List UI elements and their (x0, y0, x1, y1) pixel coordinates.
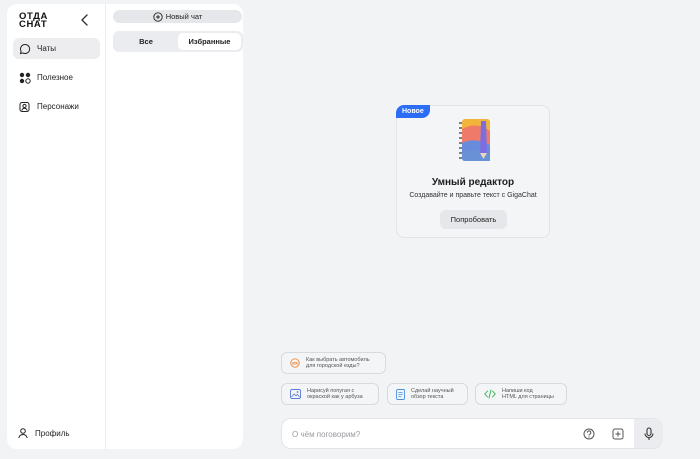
notebook-pen-icon (459, 119, 490, 161)
chat-filter-tabs: Все Избранные (113, 31, 243, 52)
help-icon[interactable] (582, 427, 596, 441)
suggestion-review-line2: обзор текста (411, 394, 444, 400)
user-icon (18, 428, 28, 439)
logo-line-2: СНАТ (19, 19, 48, 30)
mic-icon (643, 426, 654, 440)
mic-button[interactable] (634, 419, 663, 448)
tab-all[interactable]: Все (115, 33, 177, 50)
chat-bubble-icon (19, 43, 31, 54)
apps-grid-icon (19, 72, 31, 84)
suggestion-car[interactable]: Как выбрать автомобиль для городской езд… (281, 352, 386, 374)
new-chat-button[interactable]: Новый чат (113, 10, 242, 23)
characters-icon (19, 101, 30, 112)
promo-title: Умный редактор (431, 177, 515, 188)
nav-item-chats[interactable]: Чаты (13, 38, 100, 59)
code-icon (484, 389, 496, 399)
suggestion-parrot-line2: окраской как у арбуза (307, 394, 363, 400)
nav-item-useful[interactable]: Полезное (13, 67, 100, 88)
new-chat-label: Новый чат (165, 12, 203, 21)
profile-label: Профиль (35, 428, 70, 438)
suggestion-parrot[interactable]: Нарисуй попугая с окраской как у арбуза (281, 383, 379, 405)
try-button[interactable]: Попробовать (440, 210, 507, 229)
message-input[interactable] (292, 426, 572, 442)
suggestion-review[interactable]: Сделай научный обзор текста (387, 383, 468, 405)
suggestion-code-line2: HTML для страницы (502, 394, 554, 400)
document-icon (396, 388, 405, 400)
smart-editor-promo-card[interactable]: Новое Умный редактор Создавайте и правьт… (396, 105, 550, 238)
suggestion-car-line2: для городской езды? (306, 363, 360, 369)
nav-item-characters[interactable]: Персонажи (13, 96, 100, 117)
new-chat-icon (153, 11, 163, 22)
profile-button[interactable]: Профиль (17, 427, 70, 439)
nav-item-chats-label: Чаты (37, 44, 57, 53)
chat-list-panel: Новый чат Все Избранные (106, 4, 243, 449)
nav-column: ОТДА СНАТ Чаты Полезное Персонажи Профил… (7, 4, 106, 449)
app-logo[interactable]: ОТДА СНАТ (19, 12, 59, 30)
new-badge: Новое (396, 105, 430, 118)
tab-favorites[interactable]: Избранные (178, 33, 241, 50)
add-icon[interactable] (611, 427, 625, 441)
nav-item-useful-label: Полезное (37, 73, 73, 82)
car-question-icon (290, 358, 300, 368)
image-icon (290, 389, 301, 399)
promo-subtitle: Создавайте и правьте текст с GigaChat (409, 192, 537, 199)
nav-item-characters-label: Персонажи (37, 102, 79, 111)
suggestion-code[interactable]: Напиши код HTML для страницы (475, 383, 567, 405)
sidebar: ОТДА СНАТ Чаты Полезное Персонажи Профил… (7, 4, 243, 449)
message-composer (281, 418, 663, 449)
collapse-sidebar-icon[interactable] (77, 12, 93, 28)
